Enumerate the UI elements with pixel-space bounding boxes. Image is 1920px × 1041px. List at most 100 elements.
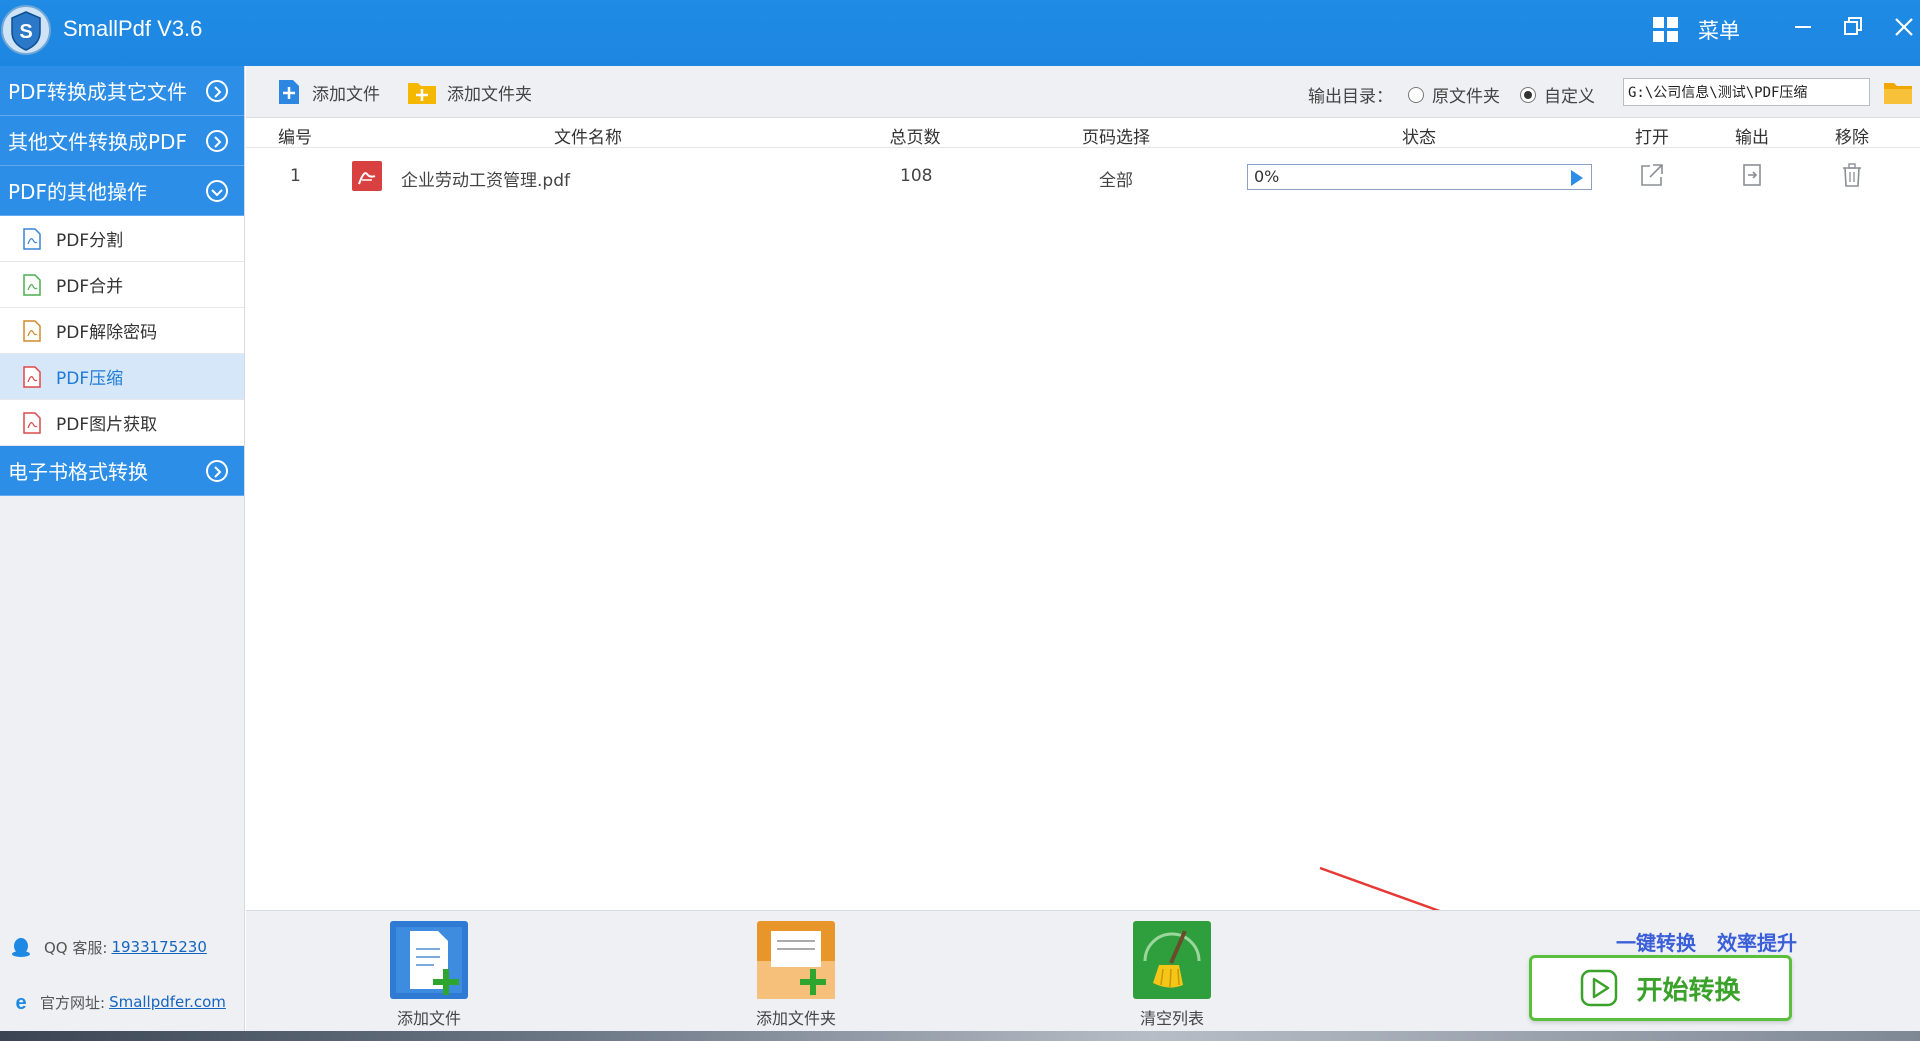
menu-button[interactable]: 菜单 <box>1652 12 1740 48</box>
add-folder-button[interactable]: 添加文件夹 <box>407 79 532 105</box>
slogan-part-1: 一键转换 <box>1616 931 1696 955</box>
sidebar-item-label: PDF压缩 <box>56 369 124 389</box>
add-file-label: 添加文件 <box>312 84 380 105</box>
clear-list-label: 清空列表 <box>1139 1009 1204 1028</box>
toolbar: 添加文件 添加文件夹 输出目录： 原文件夹 自定义 <box>246 66 1920 118</box>
chevron-right-icon <box>206 130 228 152</box>
col-open-header: 打开 <box>1635 128 1669 148</box>
sidebar-category-pdf-other-ops[interactable]: PDF的其他操作 <box>0 166 244 216</box>
app-logo-icon: S <box>0 2 52 58</box>
add-folder-large-icon <box>757 921 835 999</box>
table-header: 编号 文件名称 总页数 页码选择 状态 打开 输出 移除 <box>246 118 1920 148</box>
radio-circle-checked <box>1520 86 1536 103</box>
output-path-input[interactable] <box>1623 78 1870 106</box>
sidebar-item-pdf-merge[interactable]: PDF合并 <box>0 262 244 308</box>
sidebar-item-label: PDF解除密码 <box>56 323 158 343</box>
browse-folder-button[interactable] <box>1883 79 1913 105</box>
external-link-icon <box>1641 164 1663 186</box>
output-dir-label: 输出目录： <box>1308 87 1393 107</box>
bottom-add-folder-label: 添加文件夹 <box>756 1009 837 1028</box>
title-bar: S SmallPdf V3.6 菜单 <box>0 0 1920 66</box>
sidebar-category-label: 电子书格式转换 <box>8 460 148 484</box>
pdf-file-icon <box>23 227 41 250</box>
radio-custom-folder[interactable]: 自定义 <box>1520 82 1595 107</box>
add-file-button[interactable]: 添加文件 <box>276 79 380 105</box>
col-pages-header: 总页数 <box>889 128 941 148</box>
site-label: 官方网址: <box>40 993 106 1012</box>
sidebar-category-pdf-to-other[interactable]: PDF转换成其它文件 <box>0 66 244 116</box>
open-file-button[interactable] <box>1639 162 1665 188</box>
slogan: 一键转换 效率提升 <box>1616 927 1797 956</box>
qq-penguin-icon <box>12 938 30 957</box>
col-filename-header: 文件名称 <box>554 128 622 148</box>
broom-icon <box>1133 921 1211 999</box>
sidebar-category-label: PDF的其他操作 <box>8 180 147 204</box>
sidebar-item-pdf-split[interactable]: PDF分割 <box>0 216 244 262</box>
row-filename: 企业劳动工资管理.pdf <box>401 171 570 191</box>
chevron-right-icon <box>206 460 228 482</box>
sidebar-category-label: PDF转换成其它文件 <box>8 80 187 104</box>
radio-label: 原文件夹 <box>1432 87 1500 107</box>
minimize-button[interactable] <box>1786 10 1820 44</box>
col-output-header: 输出 <box>1735 128 1769 148</box>
sidebar-item-pdf-unlock[interactable]: PDF解除密码 <box>0 308 244 354</box>
add-folder-icon <box>408 83 436 104</box>
status-progress-bar: 0% <box>1247 164 1592 190</box>
sidebar-item-label: PDF合并 <box>56 277 124 297</box>
restore-button[interactable] <box>1836 10 1870 44</box>
sidebar-item-label: PDF图片获取 <box>56 415 158 435</box>
radio-circle <box>1408 86 1424 103</box>
table-row[interactable]: 1 企业劳动工资管理.pdf 108 全部 <box>246 150 1920 204</box>
row-pages: 108 <box>900 166 933 186</box>
folder-icon <box>1884 83 1912 104</box>
svg-text:S: S <box>19 21 32 43</box>
trash-icon <box>1843 163 1861 187</box>
col-remove-header: 移除 <box>1835 128 1869 148</box>
play-icon[interactable] <box>1571 170 1583 186</box>
chevron-down-icon <box>206 180 228 202</box>
clear-list-button[interactable]: 清空列表 <box>1133 921 1211 1029</box>
pdf-file-icon <box>352 161 382 191</box>
close-button[interactable] <box>1887 10 1920 44</box>
svg-text:e: e <box>15 992 26 1013</box>
progress-text: 0% <box>1254 167 1280 186</box>
radio-original-folder[interactable]: 原文件夹 <box>1408 82 1500 107</box>
add-folder-label: 添加文件夹 <box>447 84 532 105</box>
add-file-large-icon <box>390 921 468 999</box>
start-convert-button[interactable]: 开始转换 <box>1529 955 1792 1021</box>
bottom-add-file-label: 添加文件 <box>396 1009 461 1028</box>
export-icon <box>1743 164 1761 186</box>
os-taskbar-strip <box>0 1031 1920 1041</box>
bottom-add-file-button[interactable]: 添加文件 <box>390 921 468 1029</box>
sidebar-category-other-to-pdf[interactable]: 其他文件转换成PDF <box>0 116 244 166</box>
pdf-file-icon <box>23 273 41 296</box>
sidebar: PDF转换成其它文件 其他文件转换成PDF PDF的其他操作 PDF分割 PDF… <box>0 66 245 1041</box>
bottom-add-folder-button[interactable]: 添加文件夹 <box>756 921 836 1029</box>
ie-browser-icon: e <box>15 992 26 1013</box>
pdf-file-icon <box>23 365 41 388</box>
sidebar-category-ebook[interactable]: 电子书格式转换 <box>0 446 244 496</box>
col-index-header: 编号 <box>278 128 312 148</box>
sidebar-item-pdf-image-extract[interactable]: PDF图片获取 <box>0 400 244 446</box>
radio-label: 自定义 <box>1544 87 1595 107</box>
bottom-action-panel: 添加文件 添加文件夹 清空列表 一键转换 效率提升 开始转换 <box>246 910 1920 1031</box>
qq-support: QQ 客服: 1933175230 <box>0 936 245 958</box>
add-file-icon <box>279 80 299 104</box>
sidebar-item-label: PDF分割 <box>56 231 124 251</box>
sidebar-item-pdf-compress[interactable]: PDF压缩 <box>0 354 244 400</box>
menu-label: 菜单 <box>1698 19 1740 43</box>
row-index: 1 <box>290 166 301 186</box>
slogan-part-2: 效率提升 <box>1716 931 1797 955</box>
minimize-icon <box>1795 26 1811 28</box>
remove-file-button[interactable] <box>1839 162 1865 188</box>
col-page-select-header: 页码选择 <box>1082 128 1150 148</box>
row-page-select[interactable]: 全部 <box>1099 166 1133 191</box>
close-icon <box>1895 18 1913 36</box>
start-convert-label: 开始转换 <box>1636 975 1741 1006</box>
app-title: SmallPdf V3.6 <box>63 16 203 41</box>
output-file-button[interactable] <box>1739 162 1765 188</box>
qq-number-link[interactable]: 1933175230 <box>111 938 206 956</box>
sidebar-category-label: 其他文件转换成PDF <box>8 130 187 154</box>
qq-label: QQ 客服: <box>44 938 108 957</box>
site-url-link[interactable]: Smallpdfer.com <box>109 993 226 1011</box>
